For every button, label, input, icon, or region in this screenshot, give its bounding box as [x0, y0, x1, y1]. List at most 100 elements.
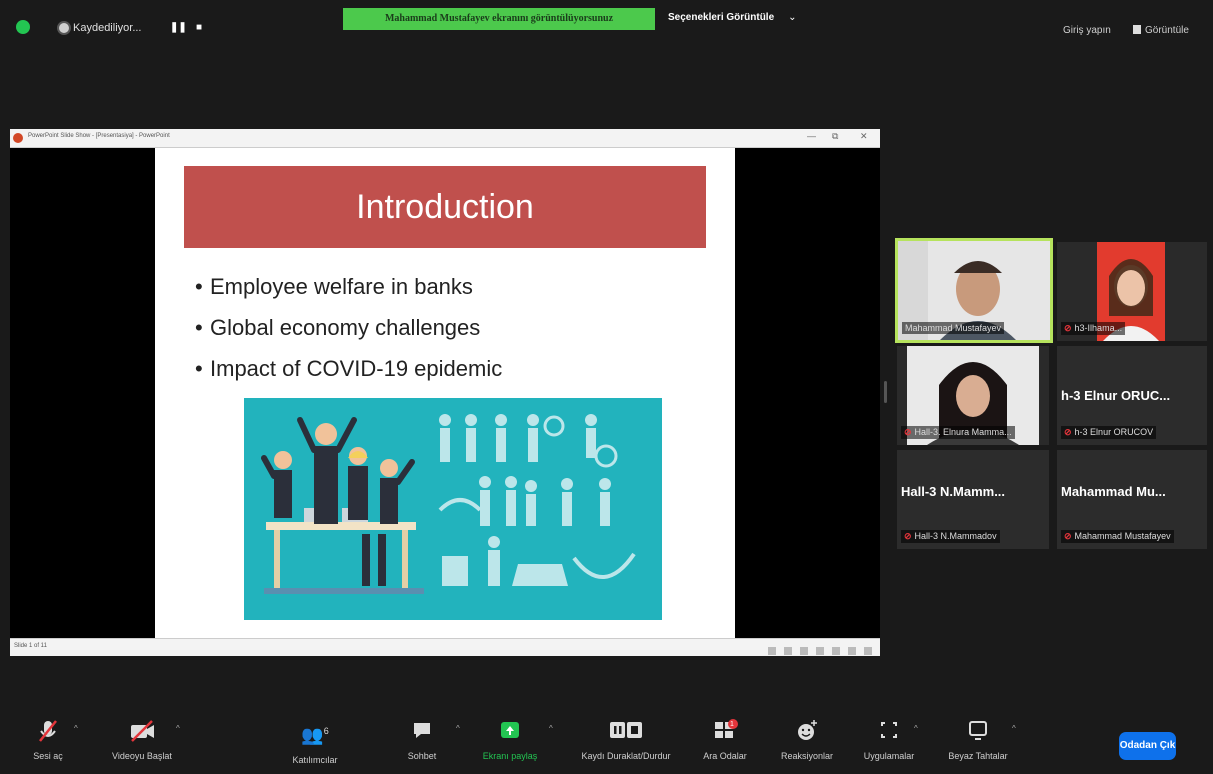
close-button[interactable]: ✕ — [860, 131, 868, 142]
slide-title: Introduction — [356, 188, 534, 226]
unmute-button[interactable]: Sesi aç — [28, 717, 68, 761]
participant-name-label: ⊘ Mahammad Mustafayev — [1061, 530, 1174, 543]
mic-muted-icon — [39, 720, 57, 742]
slide-title-box: Introduction — [184, 166, 706, 248]
smile-plus-icon — [798, 720, 817, 740]
participant-tile[interactable]: h-3 Elnur ORUC... ⊘ h-3 Elnur ORUCOV — [1057, 346, 1207, 445]
whiteboard-icon — [969, 721, 987, 740]
record-pause-stop-button[interactable]: Kaydı Duraklat/Durdur — [566, 717, 686, 761]
slide-bullet-list: • Employee welfare in banks • Global econo… — [195, 266, 502, 389]
start-video-button[interactable]: Videoyu Başlat — [102, 717, 182, 761]
breakout-rooms-label: Ara Odalar — [703, 751, 747, 761]
shared-screen: PowerPoint Slide Show - [Presentasiya] -… — [10, 129, 880, 656]
mic-muted-icon: ⊘ — [904, 427, 912, 437]
minimize-button[interactable]: — — [807, 131, 816, 141]
apps-icon — [881, 722, 897, 738]
unmute-label: Sesi aç — [33, 751, 63, 761]
illustration-graphic — [261, 414, 636, 594]
sign-in-link[interactable]: Giriş yapın — [1063, 25, 1111, 36]
view-button[interactable]: Görüntüle — [1133, 25, 1189, 36]
powerpoint-icon — [13, 133, 23, 143]
audio-options-caret[interactable]: ^ — [74, 724, 78, 733]
share-screen-icon — [501, 722, 519, 738]
participant-name-label: ⊘ h3-Ilhama... — [1061, 322, 1126, 335]
breakout-badge: 1 — [730, 721, 734, 728]
share-screen-button[interactable]: Ekranı paylaş — [475, 717, 545, 761]
office-workers-illustration — [244, 398, 662, 620]
stop-recording-button[interactable]: ■ — [196, 22, 202, 33]
participants-label: Katılımcılar — [292, 755, 338, 765]
view-control-icon[interactable] — [832, 647, 840, 655]
view-control-icon[interactable] — [784, 647, 792, 655]
chat-bubble-icon — [414, 723, 430, 738]
view-control-icon[interactable] — [768, 647, 776, 655]
mic-muted-icon: ⊘ — [904, 531, 912, 541]
view-control-icon[interactable] — [864, 647, 872, 655]
meeting-top-bar: Kaydediliyor... ❚❚ ■ Mahammad Mustafayev… — [0, 0, 1213, 56]
participant-name-label: Mahammad Mustafayev — [902, 322, 1005, 334]
participants-count: 6 — [323, 726, 329, 736]
reactions-button[interactable]: Reaksiyonlar — [774, 717, 840, 761]
meeting-toolbar: Sesi aç ^ Videoyu Başlat ^ 👥6 Katılımcıl… — [0, 717, 1213, 774]
participant-name-label: ⊘ Hall-3. Elnura Mamma... — [901, 426, 1015, 439]
record-dot-icon — [57, 21, 71, 35]
participant-name-label: ⊘ Hall-3 N.Mammadov — [901, 530, 1000, 543]
grid-view-icon — [1133, 25, 1141, 34]
chat-options-caret[interactable]: ^ — [456, 724, 460, 733]
mic-muted-icon: ⊘ — [1064, 531, 1072, 541]
breakout-rooms-icon — [715, 719, 738, 738]
ppt-window-title: PowerPoint Slide Show - [Presentasiya] -… — [28, 133, 170, 139]
mic-muted-icon: ⊘ — [1064, 427, 1072, 437]
participants-button[interactable]: 👥6 Katılımcılar — [282, 717, 348, 765]
participant-tile[interactable]: ⊘ h3-Ilhama... — [1057, 242, 1207, 341]
participant-display-name: Mahammad Mu... — [1061, 484, 1166, 499]
participant-tile[interactable]: Mahammad Mustafayev — [895, 238, 1053, 343]
record-pause-stop-label: Kaydı Duraklat/Durdur — [581, 751, 671, 761]
ppt-status-bar: Slide 1 of 11 — [10, 638, 880, 656]
ppt-view-controls[interactable] — [760, 642, 872, 660]
apps-button[interactable]: Uygulamalar — [856, 717, 922, 761]
bullet-item: • Impact of COVID-19 epidemic — [195, 356, 503, 381]
reactions-label: Reaksiyonlar — [780, 751, 834, 761]
share-screen-label: Ekranı paylaş — [482, 751, 538, 761]
video-options-caret[interactable]: ^ — [176, 724, 180, 733]
apps-options-caret[interactable]: ^ — [914, 724, 918, 733]
pause-stop-icon — [610, 722, 642, 738]
view-options-label: Seçenekleri Görüntüle — [668, 12, 775, 23]
shield-icon[interactable] — [16, 20, 30, 34]
whiteboard-options-caret[interactable]: ^ — [1012, 724, 1016, 733]
people-icon: 👥6 — [301, 725, 329, 745]
panel-resize-handle[interactable] — [884, 381, 887, 403]
apps-label: Uygulamalar — [863, 751, 915, 761]
view-control-icon[interactable] — [848, 647, 856, 655]
breakout-rooms-button[interactable]: 1 Ara Odalar — [700, 717, 750, 761]
recording-status: Kaydediliyor... — [73, 22, 142, 34]
chat-label: Sohbet — [407, 751, 437, 761]
view-control-icon[interactable] — [816, 647, 824, 655]
participant-name-label: ⊘ h-3 Elnur ORUCOV — [1061, 426, 1157, 439]
viewing-share-banner: Mahammad Mustafayev ekranını görüntülüyo… — [343, 8, 655, 30]
chevron-down-icon: ⌄ — [788, 12, 797, 23]
whiteboards-label: Beyaz Tahtalar — [948, 751, 1008, 761]
chat-button[interactable]: Sohbet — [400, 717, 444, 761]
view-options-button[interactable]: Seçenekleri Görüntüle ⌄ — [668, 12, 797, 23]
whiteboards-button[interactable]: Beyaz Tahtalar — [938, 717, 1018, 761]
slide-counter: Slide 1 of 11 — [14, 643, 47, 649]
participant-tile[interactable]: Hall-3 N.Mamm... ⊘ Hall-3 N.Mammadov — [897, 450, 1049, 549]
participant-display-name: Hall-3 N.Mamm... — [901, 484, 1006, 499]
slide: Introduction • Employee welfare in banks … — [155, 148, 735, 638]
view-label: Görüntüle — [1145, 25, 1189, 36]
share-options-caret[interactable]: ^ — [549, 724, 553, 733]
bullet-item: • Employee welfare in banks — [195, 274, 473, 299]
restore-button[interactable]: ⧉ — [832, 131, 838, 142]
pause-recording-button[interactable]: ❚❚ — [170, 22, 187, 33]
leave-meeting-button[interactable]: Odadan Çık — [1119, 732, 1176, 760]
video-off-icon — [131, 720, 154, 742]
bullet-item: • Global economy challenges — [195, 315, 481, 340]
participant-tile[interactable]: ⊘ Hall-3. Elnura Mamma... — [897, 346, 1049, 445]
view-control-icon[interactable] — [800, 647, 808, 655]
start-video-label: Videoyu Başlat — [112, 751, 172, 761]
participant-tile[interactable]: Mahammad Mu... ⊘ Mahammad Mustafayev — [1057, 450, 1207, 549]
participant-display-name: h-3 Elnur ORUC... — [1061, 388, 1171, 403]
ppt-title-bar: PowerPoint Slide Show - [Presentasiya] -… — [10, 129, 880, 148]
